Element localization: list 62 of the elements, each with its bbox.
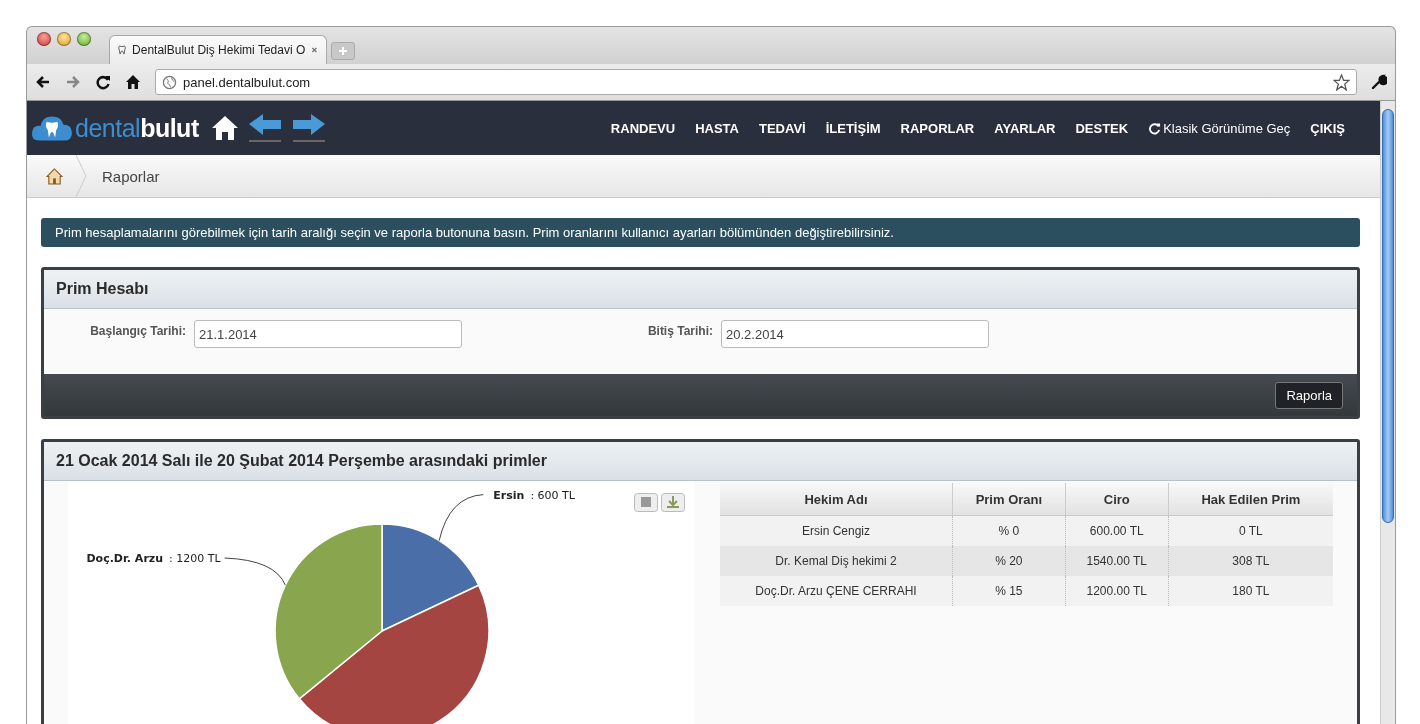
slice-label: Doç.Dr. Arzu : 1200 TL (86, 552, 221, 565)
back-icon[interactable] (35, 74, 51, 90)
nav-link[interactable]: İLETİŞİM (825, 120, 881, 136)
column-header: Hak Edilen Prim (1168, 483, 1333, 516)
panel-title: Prim Hesabı (56, 280, 149, 298)
browser-tab[interactable]: DentalBulut Diş Hekimi Tedavi O (109, 35, 327, 64)
close-window-button[interactable] (37, 32, 51, 46)
table-cell: 600.00 TL (1065, 515, 1169, 546)
leader-line (224, 557, 286, 586)
plus-icon (338, 46, 348, 56)
nav-link[interactable]: Klasik Görünüme Geç (1148, 120, 1291, 136)
field-label: Bitiş Tarihi: (646, 324, 713, 338)
table-cell: Dr. Kemal Diş hekimi 2 (720, 546, 953, 576)
table-cell: % 0 (952, 515, 1066, 546)
back-arrow-icon[interactable] (246, 112, 283, 144)
close-icon[interactable] (311, 45, 318, 55)
column-header: Ciro (1065, 483, 1169, 516)
logo-text: dentalbulut (75, 113, 199, 143)
star-icon[interactable] (1333, 73, 1350, 91)
scrollbar-thumb[interactable] (1382, 109, 1394, 523)
table-cell: 1200.00 TL (1065, 576, 1169, 606)
home-icon[interactable] (125, 74, 141, 90)
address-bar[interactable]: panel.dentalbulut.com (155, 69, 1357, 95)
nav-link[interactable]: TEDAVİ (758, 120, 806, 136)
nav-link[interactable]: ÇIKIŞ (1310, 120, 1345, 136)
nav-link[interactable]: AYARLAR (994, 120, 1056, 136)
cloud-tooth-logo-icon (31, 113, 73, 143)
table-cell: 180 TL (1168, 576, 1333, 606)
column-header: Hekim Adı (720, 483, 953, 516)
scrollbar[interactable] (1380, 101, 1395, 724)
breadcrumb-item[interactable]: Raporlar (102, 167, 160, 185)
table-cell: Ersin Cengiz (720, 515, 953, 546)
leader-line (438, 494, 484, 542)
minimize-window-button[interactable] (57, 32, 71, 46)
report-button[interactable]: Raporla (1275, 381, 1343, 409)
nav-link[interactable]: RAPORLAR (900, 120, 975, 136)
slice-label: Ersin : 600 TL (493, 488, 575, 502)
column-header: Prim Oranı (952, 483, 1066, 516)
panel-title: 21 Ocak 2014 Salı ile 20 Şubat 2014 Perşembe arasındaki primler (56, 452, 547, 470)
info-banner: Prim hesaplamalarını görebilmek için tarih aralığı seçin ve raporla butonuna basın. Prim oranlarını kullanıcı ayarları bölümünden değiştirebilirsiniz. (41, 218, 1360, 247)
date-field[interactable]: 20.2.2014 (721, 320, 989, 348)
table-cell: 0 TL (1168, 515, 1333, 546)
table-cell: 308 TL (1168, 546, 1333, 576)
nav-link[interactable]: RANDEVU (610, 120, 676, 136)
tooth-icon (118, 43, 127, 57)
tab-title: DentalBulut Diş Hekimi Tedavi O (132, 43, 306, 57)
forward-icon[interactable] (65, 74, 81, 90)
refresh-icon (1148, 121, 1162, 135)
forward-arrow-icon[interactable] (290, 112, 327, 144)
nav-link[interactable]: HASTA (695, 120, 739, 136)
table-cell: 1540.00 TL (1065, 546, 1169, 576)
home-icon[interactable] (210, 114, 239, 142)
print-button[interactable] (634, 493, 658, 512)
reload-icon[interactable] (95, 74, 111, 90)
zoom-window-button[interactable] (77, 32, 91, 46)
nav-link[interactable]: DESTEK (1075, 120, 1129, 136)
date-field[interactable]: 21.1.2014 (194, 320, 462, 348)
table-cell: % 20 (952, 546, 1066, 576)
table-cell: % 15 (952, 576, 1066, 606)
download-button[interactable] (661, 493, 685, 512)
table-cell: Doç.Dr. Arzu ÇENE CERRAHI (720, 576, 953, 606)
field-label: Başlangıç Tarihi: (89, 324, 186, 338)
